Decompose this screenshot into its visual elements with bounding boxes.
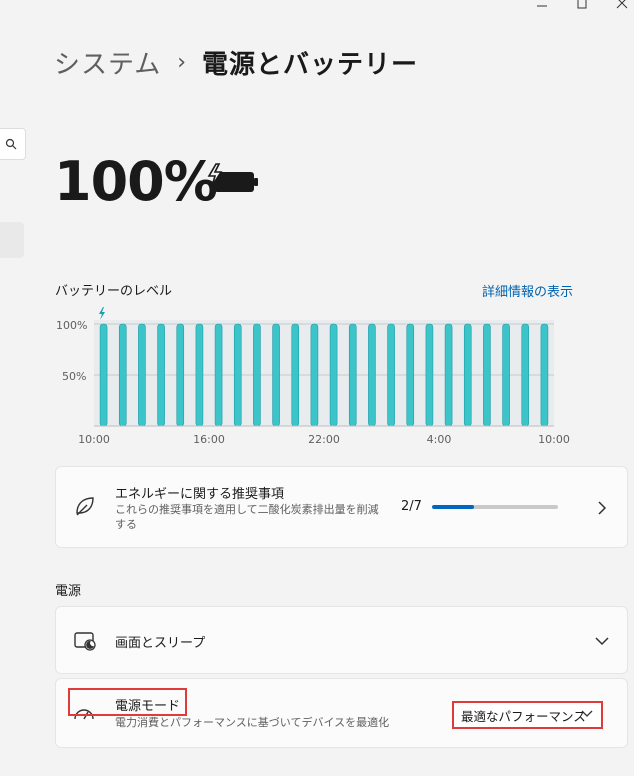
chart-bar xyxy=(214,323,223,427)
chart-bar xyxy=(348,323,357,427)
power-mode-dropdown[interactable]: 最適なパフォーマンス xyxy=(452,701,603,729)
chart-bar xyxy=(425,323,434,427)
chevron-right-icon xyxy=(598,501,607,515)
leaf-icon xyxy=(76,497,94,516)
breadcrumb-parent[interactable]: システム xyxy=(54,44,161,81)
maximize-icon xyxy=(577,0,587,9)
screen-sleep-card[interactable]: 画面とスリープ xyxy=(55,606,628,674)
chart-bar xyxy=(176,323,185,427)
chart-bar xyxy=(310,323,319,427)
close-icon xyxy=(616,0,628,9)
chart-bar xyxy=(406,323,415,427)
xtick-label: 22:00 xyxy=(308,433,340,446)
maximize-button[interactable] xyxy=(570,0,594,12)
battery-level-chart: 100% 50% 10:00 16:00 22:00 4:00 10:00 xyxy=(56,307,570,446)
chart-bar xyxy=(463,323,472,427)
chart-bar xyxy=(483,323,491,427)
screen-sleep-title: 画面とスリープ xyxy=(115,636,206,651)
battery-level-title: バッテリーのレベル xyxy=(55,284,173,299)
minimize-button[interactable] xyxy=(530,0,554,12)
page-title: 電源とバッテリー xyxy=(202,50,419,80)
chart-bar xyxy=(99,323,108,427)
chart-bar xyxy=(195,323,204,427)
battery-charging-icon xyxy=(207,163,258,192)
chart-bar xyxy=(157,323,165,427)
close-button[interactable] xyxy=(610,0,634,12)
chart-bar xyxy=(138,323,146,427)
breadcrumb-separator: › xyxy=(177,50,187,75)
minimize-icon xyxy=(537,5,547,7)
energy-progress-bar xyxy=(432,505,558,509)
charging-bolt-icon xyxy=(99,307,105,320)
chart-bar xyxy=(118,323,127,427)
energy-progress-fill xyxy=(432,505,474,509)
chart-bar xyxy=(253,323,261,427)
battery-percentage: 100% xyxy=(54,150,218,213)
power-mode-subtitle: 電力消費とパフォーマンスに基づいてデバイスを最適化 xyxy=(115,716,390,729)
chart-bar xyxy=(291,323,300,427)
power-mode-title-highlight xyxy=(68,688,187,716)
xtick-label: 10:00 xyxy=(538,433,570,446)
chart-bar xyxy=(444,323,453,427)
xtick-label: 16:00 xyxy=(193,433,225,446)
chart-bar xyxy=(233,323,242,427)
ytick-label: 100% xyxy=(56,319,87,332)
chart-bar xyxy=(329,323,338,427)
chart-bar xyxy=(368,323,376,427)
sidebar-selected-item[interactable] xyxy=(0,222,24,258)
energy-subtitle: これらの推奨事項を適用して二酸化炭素排出量を削減する xyxy=(115,503,379,531)
breadcrumb: システム › 電源とバッテリー xyxy=(54,44,418,81)
xtick-label: 4:00 xyxy=(427,433,452,446)
power-section-title: 電源 xyxy=(55,584,82,599)
chart-bar xyxy=(387,323,395,427)
power-mode-selected: 最適なパフォーマンス xyxy=(461,708,586,724)
xtick-label: 10:00 xyxy=(78,433,110,446)
chart-bar xyxy=(502,323,510,427)
sidebar-search-button[interactable] xyxy=(0,128,26,160)
details-link[interactable]: 詳細情報の表示 xyxy=(482,281,573,300)
chevron-down-icon xyxy=(581,710,593,717)
chevron-down-icon xyxy=(595,637,609,646)
ytick-label: 50% xyxy=(62,370,86,383)
screen-sleep-icon xyxy=(74,632,96,651)
energy-title: エネルギーに関する推奨事項 xyxy=(115,487,285,502)
chart-bar xyxy=(272,323,280,427)
search-icon xyxy=(5,138,17,150)
chart-bar xyxy=(521,323,530,427)
chart-bar xyxy=(540,323,549,427)
energy-count: 2/7 xyxy=(401,499,422,514)
